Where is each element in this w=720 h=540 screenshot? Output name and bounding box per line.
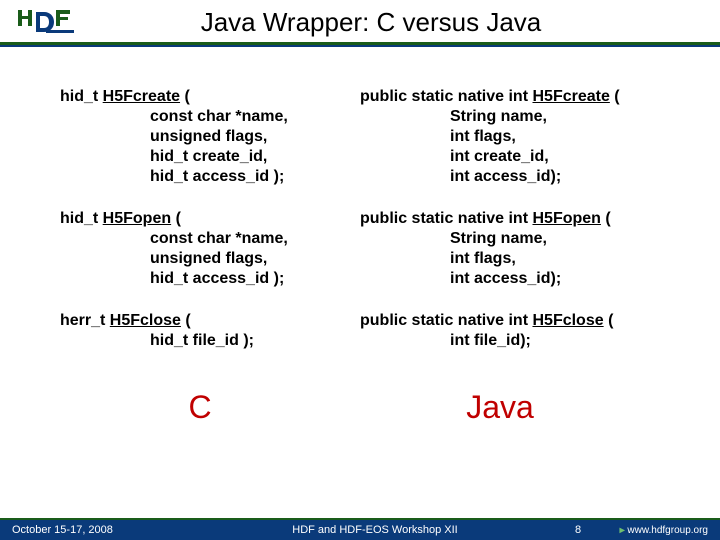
c-h5fcreate: hid_t H5Fcreate ( const char *name, unsi… [60, 87, 340, 187]
content-area: hid_t H5Fcreate ( const char *name, unsi… [0, 47, 720, 383]
c-h5fopen: hid_t H5Fopen ( const char *name, unsign… [60, 209, 340, 289]
footer-url: ▸ www.hdfgroup.org [598, 525, 708, 536]
c-column: hid_t H5Fcreate ( const char *name, unsi… [60, 87, 340, 373]
header: Java Wrapper: C versus Java [0, 0, 720, 38]
java-h5fcreate: public static native int H5Fcreate ( Str… [360, 87, 660, 187]
footer-page: 8 [558, 524, 598, 536]
c-h5fclose: herr_t H5Fclose ( hid_t file_id ); [60, 311, 340, 351]
java-h5fopen: public static native int H5Fopen ( Strin… [360, 209, 660, 289]
label-c: C [60, 389, 340, 426]
hdf-logo [16, 6, 74, 38]
label-java: Java [340, 389, 660, 426]
java-column: public static native int H5Fcreate ( Str… [360, 87, 660, 373]
footer-title: HDF and HDF-EOS Workshop XII [192, 524, 558, 536]
slide-title: Java Wrapper: C versus Java [88, 7, 654, 38]
column-labels: C Java [0, 389, 720, 426]
java-h5fclose: public static native int H5Fclose ( int … [360, 311, 660, 351]
footer-date: October 15-17, 2008 [12, 524, 192, 536]
footer: October 15-17, 2008 HDF and HDF-EOS Work… [0, 518, 720, 540]
